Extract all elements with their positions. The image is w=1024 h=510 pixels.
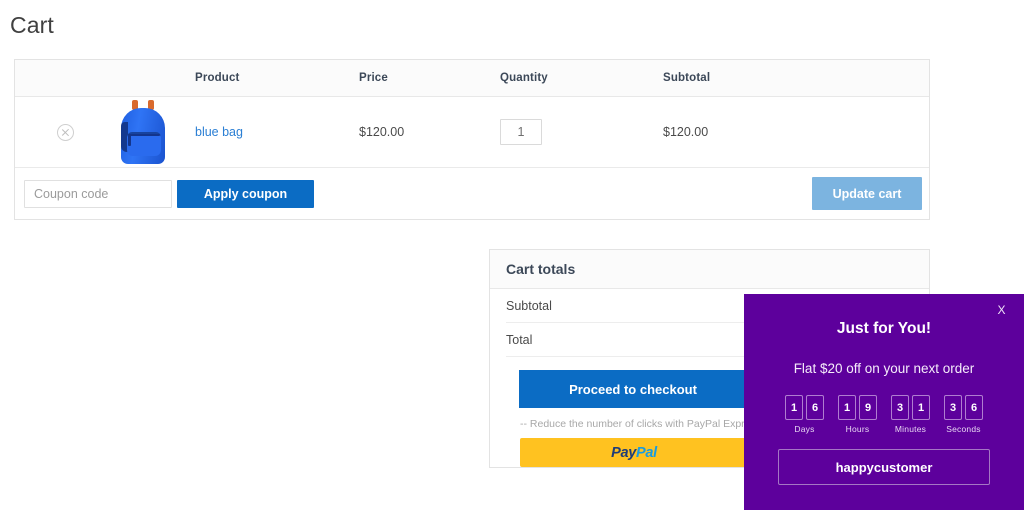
paypal-logo-icon: PayPal (611, 445, 657, 461)
countdown-digits-hours: 1 9 (838, 395, 877, 420)
countdown-digit: 9 (859, 395, 877, 420)
header-quantity: Quantity (500, 72, 548, 84)
coupon-row: Apply coupon Update cart (15, 168, 929, 219)
backpack-zipper-pull (127, 135, 131, 146)
promo-subtitle: Flat $20 off on your next order (793, 361, 975, 376)
countdown-unit-seconds: 3 6 Seconds (944, 395, 983, 434)
quantity-cell (500, 119, 663, 145)
countdown-digits-seconds: 3 6 (944, 395, 983, 420)
apply-coupon-button[interactable]: Apply coupon (177, 179, 314, 208)
total-label: Total (506, 332, 533, 347)
product-link[interactable]: blue bag (195, 125, 243, 139)
coupon-code-input[interactable] (24, 179, 172, 208)
page-title: Cart (10, 12, 54, 38)
countdown-digit: 6 (806, 395, 824, 420)
product-subtotal: $120.00 (663, 125, 709, 139)
countdown-digits-days: 1 6 (785, 395, 824, 420)
paypal-logo-pal: Pal (636, 444, 657, 461)
countdown-label: Hours (845, 424, 870, 434)
quantity-input[interactable] (500, 119, 542, 145)
cart-table-header-row: Product Price Quantity Subtotal (15, 60, 929, 97)
countdown-digit: 3 (891, 395, 909, 420)
countdown-digit: 1 (912, 395, 930, 420)
paypal-logo-pay: Pay (611, 444, 637, 461)
cart-totals-heading: Cart totals (490, 250, 929, 289)
header-subtotal: Subtotal (663, 72, 711, 84)
countdown-digits-minutes: 3 1 (891, 395, 930, 420)
countdown-label: Seconds (946, 424, 981, 434)
countdown-unit-minutes: 3 1 Minutes (891, 395, 930, 434)
paypal-button[interactable]: PayPal (520, 438, 748, 467)
cart-table: Product Price Quantity Subtotal blue bag… (14, 59, 930, 220)
countdown-digit: 1 (785, 395, 803, 420)
product-price: $120.00 (359, 125, 405, 139)
product-name-cell: blue bag (195, 123, 359, 141)
countdown-label: Minutes (894, 424, 927, 434)
subtotal-label: Subtotal (506, 298, 552, 313)
promo-code-button[interactable]: happycustomer (778, 449, 990, 485)
proceed-to-checkout-button[interactable]: Proceed to checkout (519, 370, 747, 408)
cart-page: Cart Product Price Quantity Subtotal blu… (0, 0, 1024, 510)
countdown-label: Days (794, 424, 815, 434)
promo-popup: X Just for You! Flat $20 off on your nex… (744, 294, 1024, 510)
header-price: Price (359, 72, 388, 84)
header-product: Product (195, 72, 240, 84)
product-thumbnail-cell[interactable] (90, 98, 195, 166)
update-cart-button[interactable]: Update cart (812, 177, 922, 210)
blue-backpack-image (117, 98, 169, 166)
countdown-timer: 1 6 Days 1 9 Hours 3 1 Minutes 3 6 Secon… (744, 395, 1024, 434)
remove-cell (15, 123, 90, 141)
countdown-digit: 3 (944, 395, 962, 420)
remove-circle-icon[interactable] (57, 123, 74, 141)
close-icon[interactable]: X (997, 303, 1006, 317)
countdown-unit-days: 1 6 Days (785, 395, 824, 434)
countdown-digit: 1 (838, 395, 856, 420)
promo-title: Just for You! (836, 320, 932, 337)
backpack-zipper (127, 134, 160, 136)
table-row: blue bag $120.00 $120.00 (15, 97, 929, 168)
countdown-unit-hours: 1 9 Hours (838, 395, 877, 434)
countdown-digit: 6 (965, 395, 983, 420)
